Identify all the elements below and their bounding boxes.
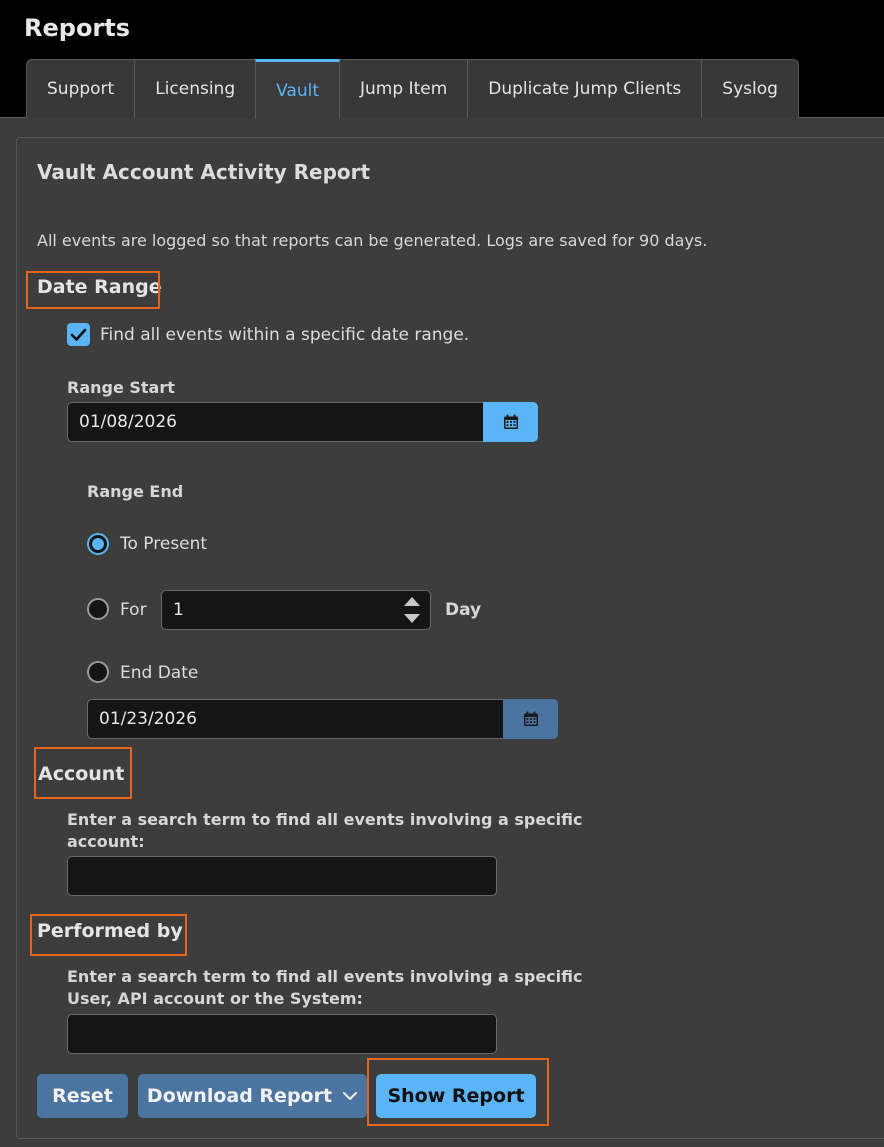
performed-by-highlight <box>30 914 187 956</box>
performed-by-search-input[interactable] <box>67 1014 497 1054</box>
account-help-line2: account: <box>67 832 145 851</box>
date-range-checkbox-label[interactable]: Find all events within a specific date r… <box>100 325 469 345</box>
radio-for[interactable] <box>87 598 109 620</box>
download-report-label: Download Report <box>146 1085 333 1107</box>
tab-duplicate-jump-clients[interactable]: Duplicate Jump Clients <box>467 59 703 118</box>
range-start-label: Range Start <box>67 378 175 397</box>
account-highlight <box>34 747 132 799</box>
account-search-input[interactable] <box>67 856 497 896</box>
for-unit-label: Day <box>445 600 482 620</box>
end-date-input[interactable] <box>87 699 504 739</box>
radio-to-present-label[interactable]: To Present <box>120 534 207 554</box>
radio-end-date[interactable] <box>87 661 109 683</box>
range-start-input[interactable] <box>67 402 484 442</box>
show-report-highlight <box>367 1058 549 1126</box>
radio-to-present[interactable] <box>87 533 109 555</box>
tab-jump-item[interactable]: Jump Item <box>339 59 469 118</box>
calendar-icon <box>503 414 518 429</box>
performed-by-help-line2: User, API account or the System: <box>67 989 363 1008</box>
for-days-stepper[interactable] <box>161 590 431 630</box>
tab-licensing[interactable]: Licensing <box>134 59 257 118</box>
panel-title: Vault Account Activity Report <box>37 160 371 184</box>
download-report-button[interactable]: Download Report <box>138 1074 367 1118</box>
tab-support[interactable]: Support <box>26 59 136 118</box>
performed-by-help-line1: Enter a search term to find all events i… <box>67 967 583 986</box>
date-range-highlight <box>26 271 160 309</box>
check-icon <box>70 328 87 341</box>
range-start-calendar-button[interactable] <box>483 402 538 442</box>
tab-syslog[interactable]: Syslog <box>701 59 799 118</box>
reset-button[interactable]: Reset <box>37 1074 128 1118</box>
date-range-checkbox[interactable] <box>67 323 90 346</box>
app-title: Reports <box>24 14 131 42</box>
stepper-arrows-icon[interactable] <box>401 591 423 629</box>
calendar-icon <box>523 711 538 726</box>
report-tabs: Support Licensing Vault Jump Item Duplic… <box>26 59 799 119</box>
range-end-label: Range End <box>87 482 184 501</box>
chevron-down-icon <box>343 1092 358 1100</box>
account-help-line1: Enter a search term to find all events i… <box>67 810 583 829</box>
intro-text: All events are logged so that reports ca… <box>37 231 708 250</box>
radio-end-date-label[interactable]: End Date <box>120 663 198 683</box>
reset-button-label: Reset <box>52 1085 113 1107</box>
tab-vault[interactable]: Vault <box>255 59 341 119</box>
end-date-calendar-button[interactable] <box>503 699 558 739</box>
radio-for-label[interactable]: For <box>120 600 147 620</box>
